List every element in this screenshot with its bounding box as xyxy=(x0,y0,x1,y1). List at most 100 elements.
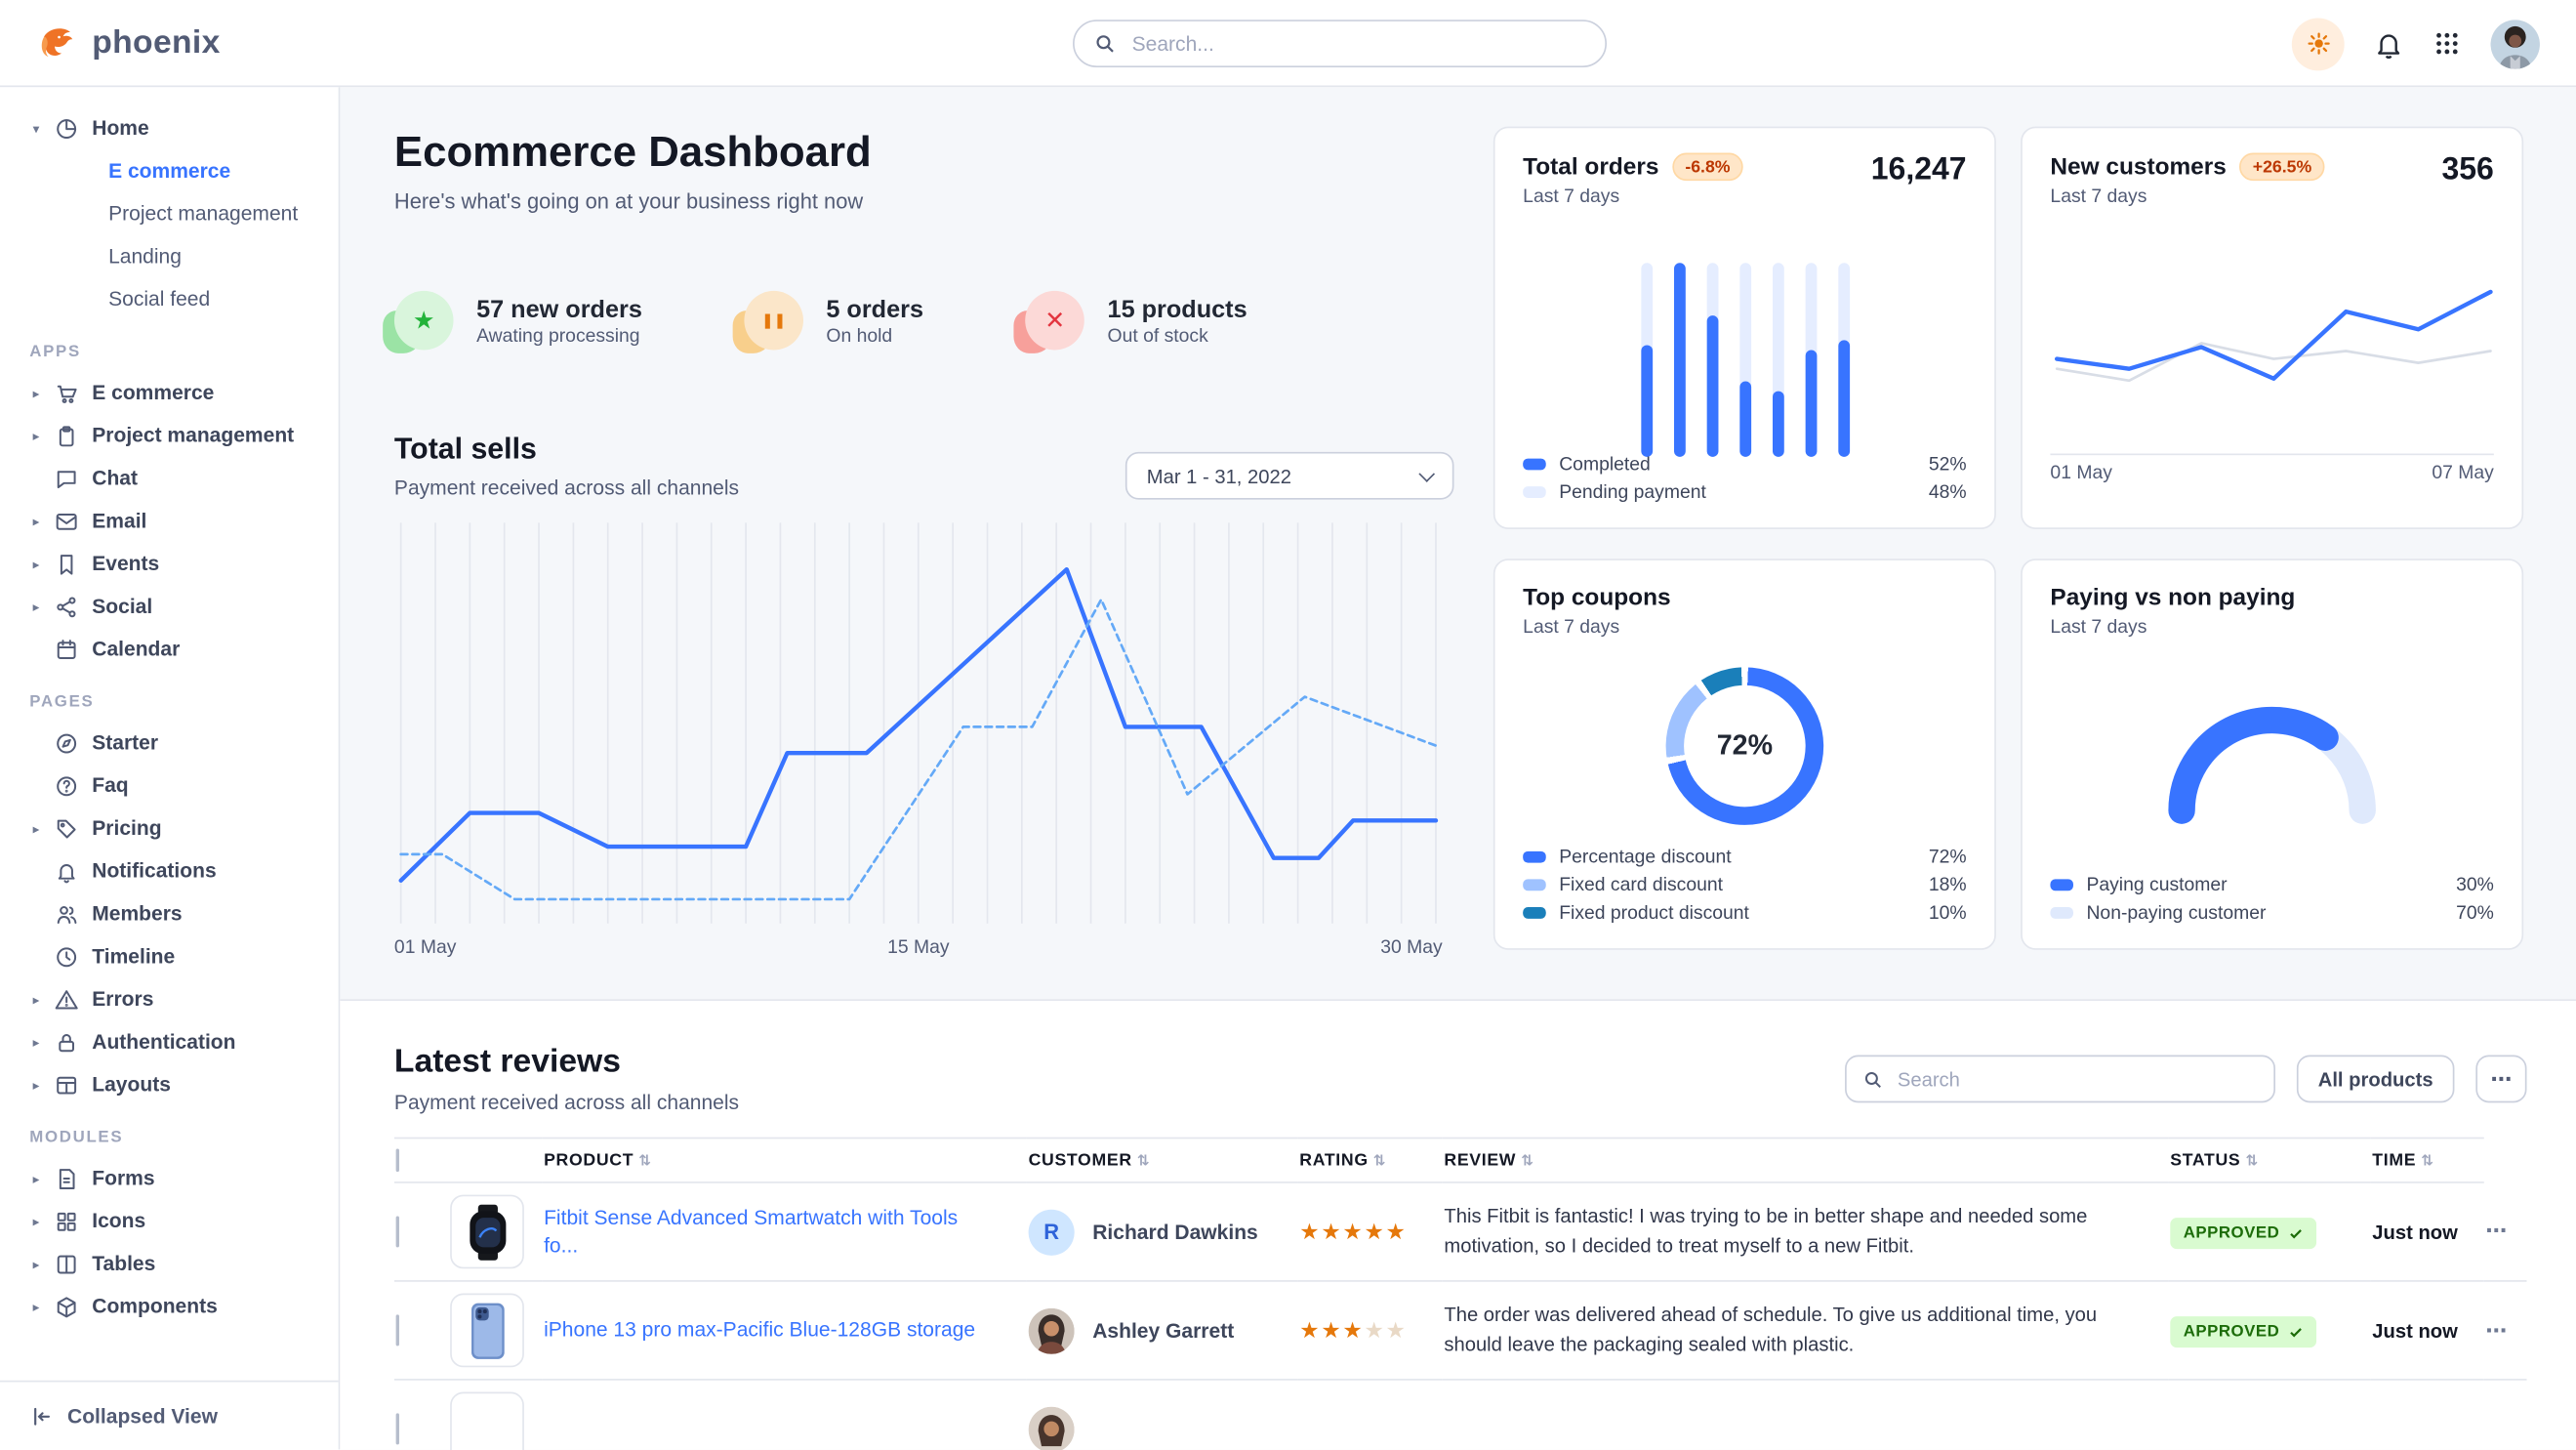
all-products-button[interactable]: All products xyxy=(2297,1056,2455,1103)
sidebar-item-icons[interactable]: ▸ Icons xyxy=(29,1200,325,1243)
sidebar-subitem-e-commerce[interactable]: E commerce xyxy=(29,149,325,192)
global-search-input[interactable] xyxy=(1128,30,1585,57)
date-range-select[interactable]: Mar 1 - 31, 2022 xyxy=(1125,452,1454,500)
sidebar-item-layouts[interactable]: ▸ Layouts xyxy=(29,1063,325,1106)
row-checkbox[interactable] xyxy=(396,1216,399,1247)
product-link[interactable]: Fitbit Sense Advanced Smartwatch with To… xyxy=(544,1204,1025,1260)
sidebar-item-label: Timeline xyxy=(92,945,175,969)
date-range-value: Mar 1 - 31, 2022 xyxy=(1147,464,1291,487)
column-header-time[interactable]: TIME⇅ xyxy=(2371,1139,2484,1182)
sidebar-item-calendar[interactable]: Calendar xyxy=(29,628,325,671)
column-header-review[interactable]: REVIEW⇅ xyxy=(1443,1139,2169,1182)
sidebar-item-home[interactable]: ▾ Home xyxy=(29,106,325,149)
sidebar-item-errors[interactable]: ▸ Errors xyxy=(29,977,325,1020)
sidebar-item-forms[interactable]: ▸ Forms xyxy=(29,1157,325,1200)
legend-swatch xyxy=(1523,486,1546,498)
sidebar-item-components[interactable]: ▸ Components xyxy=(29,1285,325,1328)
search-icon xyxy=(1863,1069,1883,1089)
caret-icon: ▸ xyxy=(29,386,42,400)
column-header-product[interactable]: PRODUCT⇅ xyxy=(542,1139,1026,1182)
row-more-button[interactable]: ⋯ xyxy=(2485,1219,2507,1243)
legend-label: Paying customer xyxy=(2086,875,2442,894)
sidebar-item-social[interactable]: ▸ Social xyxy=(29,585,325,628)
sidebar-item-starter[interactable]: Starter xyxy=(29,722,325,765)
product-thumbnail[interactable] xyxy=(450,1392,524,1450)
reviews-search-input[interactable] xyxy=(1895,1065,2258,1092)
sidebar-item-project-management[interactable]: ▸ Project management xyxy=(29,414,325,457)
select-all-checkbox[interactable] xyxy=(396,1148,399,1172)
sidebar-item-authentication[interactable]: ▸ Authentication xyxy=(29,1020,325,1063)
share-icon xyxy=(55,594,81,620)
theme-toggle-button[interactable] xyxy=(2292,18,2345,70)
mail-icon xyxy=(55,508,81,534)
caret-icon: ▸ xyxy=(29,599,42,613)
order-bar xyxy=(1673,263,1685,457)
caret-icon: ▸ xyxy=(29,1299,42,1313)
sidebar-item-pricing[interactable]: ▸ Pricing xyxy=(29,807,325,849)
user-avatar[interactable] xyxy=(2490,19,2539,67)
row-checkbox[interactable] xyxy=(396,1314,399,1346)
sort-icon: ⇅ xyxy=(2421,1152,2433,1169)
product-thumbnail[interactable] xyxy=(450,1195,524,1269)
sidebar-section-label: PAGES xyxy=(29,693,325,712)
dashboard-hero: Ecommerce Dashboard Here's what's going … xyxy=(340,87,2576,999)
avatar-image xyxy=(2490,19,2539,67)
bookmark-icon xyxy=(55,551,81,577)
sidebar-subitem-landing[interactable]: Landing xyxy=(29,235,325,278)
stat-value: 15 products xyxy=(1108,295,1247,323)
sidebar-item-events[interactable]: ▸ Events xyxy=(29,542,325,585)
layout-icon xyxy=(55,1071,81,1098)
column-header-rating[interactable]: RATING⇅ xyxy=(1298,1139,1443,1182)
global-search[interactable] xyxy=(1073,20,1607,67)
sidebar-item-label: Forms xyxy=(92,1167,154,1190)
kpi-cards-grid: Total orders -6.8% Last 7 days 16,247 Co… xyxy=(1493,127,2523,1000)
legend-value: 18% xyxy=(1929,875,1967,894)
legend-swatch xyxy=(1523,851,1546,863)
top-coupons-title: Top coupons xyxy=(1523,585,1670,611)
column-header-customer[interactable]: CUSTOMER⇅ xyxy=(1027,1139,1298,1182)
sidebar-item-notifications[interactable]: Notifications xyxy=(29,849,325,892)
sidebar-item-timeline[interactable]: Timeline xyxy=(29,935,325,978)
sidebar-item-faq[interactable]: Faq xyxy=(29,765,325,808)
legend-row: Fixed card discount 18% xyxy=(1523,871,1966,899)
order-bar xyxy=(1641,263,1653,457)
sidebar-item-label: Email xyxy=(92,510,146,533)
sidebar-subitem-social-feed[interactable]: Social feed xyxy=(29,277,325,320)
total-orders-title: Total orders xyxy=(1523,153,1658,180)
total-sells-line-chart xyxy=(394,522,1443,924)
stat-caption: Awating processing xyxy=(476,326,642,346)
sidebar-item-email[interactable]: ▸ Email xyxy=(29,500,325,543)
reviews-search[interactable] xyxy=(1845,1056,2275,1103)
new-customers-period: Last 7 days xyxy=(2050,187,2324,207)
notifications-button[interactable] xyxy=(2374,28,2403,58)
sidebar-item-tables[interactable]: ▸ Tables xyxy=(29,1242,325,1285)
sidebar-item-members[interactable]: Members xyxy=(29,892,325,935)
row-checkbox[interactable] xyxy=(396,1413,399,1444)
x-axis-label: 30 May xyxy=(1380,938,1442,958)
reviews-more-button[interactable]: ⋯ xyxy=(2475,1056,2526,1103)
sidebar-subitem-project-management[interactable]: Project management xyxy=(29,192,325,235)
apps-grid-button[interactable] xyxy=(2433,29,2462,58)
phoenix-icon xyxy=(36,22,79,65)
product-link[interactable]: iPhone 13 pro max-Pacific Blue-128GB sto… xyxy=(544,1316,1025,1344)
sidebar-section-label: MODULES xyxy=(29,1129,325,1147)
column-header-status[interactable]: STATUS⇅ xyxy=(2169,1139,2371,1182)
sidebar-nav: ▾ HomeE commerceProject managementLandin… xyxy=(0,87,340,1449)
sidebar-item-e-commerce[interactable]: ▸ E commerce xyxy=(29,371,325,414)
app-window: phoenix ▾ HomeE commerceProject manageme… xyxy=(0,0,2576,1449)
review-text: The order was delivered ahead of schedul… xyxy=(1444,1302,2167,1359)
legend-value: 48% xyxy=(1929,482,1967,502)
legend-label: Fixed card discount xyxy=(1559,875,1915,894)
total-orders-value: 16,247 xyxy=(1871,153,1967,189)
row-more-button[interactable]: ⋯ xyxy=(2485,1317,2507,1342)
collapse-sidebar-button[interactable]: Collapsed View xyxy=(0,1381,339,1450)
total-orders-card: Total orders -6.8% Last 7 days 16,247 Co… xyxy=(1493,127,1996,529)
total-sells-subtitle: Payment received across all channels xyxy=(394,476,739,500)
sort-icon: ⇅ xyxy=(2245,1152,2258,1169)
product-thumbnail[interactable] xyxy=(450,1294,524,1368)
brand-logo[interactable]: phoenix xyxy=(36,0,221,87)
sidebar-item-chat[interactable]: Chat xyxy=(29,457,325,500)
new-customers-badge: +26.5% xyxy=(2239,153,2324,182)
total-orders-period: Last 7 days xyxy=(1523,187,1743,207)
total-orders-badge: -6.8% xyxy=(1672,153,1743,182)
